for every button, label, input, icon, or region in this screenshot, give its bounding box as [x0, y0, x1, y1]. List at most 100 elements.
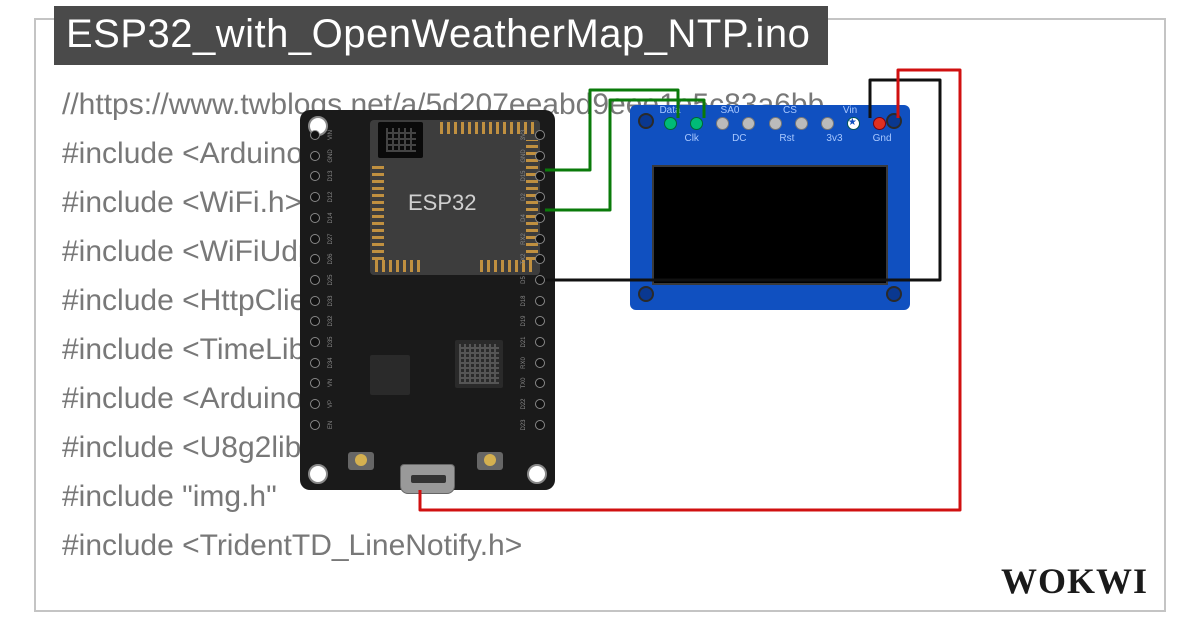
esp32-chip-label: ESP32 [408, 190, 477, 216]
esp32-pin-label: D4 [521, 208, 527, 228]
oled-pin-label: 3v3 [823, 133, 847, 144]
esp32-pin [535, 378, 545, 388]
shield-pads [372, 165, 384, 260]
esp32-pin [310, 151, 320, 161]
oled-pin-label [686, 105, 714, 116]
oled-pin [690, 117, 703, 130]
esp32-pin [535, 234, 545, 244]
esp32-pin-label: D23 [521, 415, 527, 435]
oled-pin-label [704, 133, 728, 144]
esp32-pin [310, 213, 320, 223]
esp32-pin-label: D15 [521, 166, 527, 186]
usb-serial-chip [455, 340, 503, 388]
esp32-pin-label: VP [328, 394, 334, 414]
reset-button[interactable] [477, 452, 503, 470]
esp32-pin [535, 316, 545, 326]
wokwi-logo: WOKWI [1001, 560, 1148, 602]
oled-pin-label [656, 133, 680, 144]
esp32-pin [535, 192, 545, 202]
esp32-pin-labels-right: 3V3GNDD15D2D4RX2TX2D5D18D19D21RX0TX0D22D… [519, 132, 529, 428]
esp32-pin [310, 420, 320, 430]
oled-pin [664, 117, 677, 130]
oled-pin-label: SA0 [716, 105, 744, 116]
oled-pin-label: Clk [680, 133, 704, 144]
esp32-pin-label: D19 [521, 311, 527, 331]
oled-pin-label: Rst [775, 133, 799, 144]
esp32-pin [310, 171, 320, 181]
wokwi-logo-text: WOKWI [1001, 561, 1148, 601]
oled-pin-label [746, 105, 774, 116]
esp32-pin-row-left [310, 130, 320, 430]
code-line: #include <WiFi.h> [62, 186, 302, 219]
esp32-pin [535, 213, 545, 223]
esp32-pin-label: VIN [328, 125, 334, 145]
esp32-pin-label: EN [328, 415, 334, 435]
oled-pin-label [806, 105, 834, 116]
esp32-pin-label: D5 [521, 270, 527, 290]
esp32-antenna [378, 122, 423, 158]
esp32-pin-row-right [535, 130, 545, 430]
mount-hole [308, 464, 328, 484]
esp32-pin-label: RX2 [521, 229, 527, 249]
oled-pin [742, 117, 755, 130]
esp32-pin [310, 316, 320, 326]
esp32-pin-labels-left: VINGNDD13D12D14D27D26D25D33D32D35D34VNVP… [326, 132, 336, 428]
esp32-pin-label: TX0 [521, 373, 527, 393]
esp32-pin [535, 337, 545, 347]
oled-pin-row [664, 117, 886, 130]
esp32-pin [310, 275, 320, 285]
file-title-text: ESP32_with_OpenWeatherMap_NTP.ino [66, 12, 810, 56]
esp32-pin-label: D21 [521, 332, 527, 352]
esp32-pin [535, 399, 545, 409]
esp32-pin [310, 234, 320, 244]
oled-pin-label [846, 133, 870, 144]
oled-pin-label: Vin [836, 105, 864, 116]
esp32-pin-label: D33 [328, 291, 334, 311]
esp32-pin [535, 254, 545, 264]
esp32-pin-label: D25 [328, 270, 334, 290]
oled-pin-label [866, 105, 894, 116]
esp32-pin [535, 420, 545, 430]
esp32-pin-label: RX0 [521, 353, 527, 373]
oled-module: DataSA0CSVin ClkDCRst3v3Gnd [630, 105, 910, 310]
esp32-pin-label: GND [521, 146, 527, 166]
esp32-pin [310, 337, 320, 347]
esp32-pin-label: GND [328, 146, 334, 166]
esp32-pin [310, 254, 320, 264]
mount-hole [638, 286, 654, 302]
oled-pin-label [799, 133, 823, 144]
esp32-pin [310, 399, 320, 409]
oled-pin-labels-top: Data SA0 CS Vin [656, 105, 894, 116]
oled-screen [652, 165, 888, 285]
esp32-pin-label: D35 [328, 332, 334, 352]
circuit-diagram: ESP32 VINGNDD13D12D14D27D26D25D33D32D35D… [300, 110, 1000, 540]
esp32-pin-label: D14 [328, 208, 334, 228]
esp32-pin [535, 151, 545, 161]
esp32-pin [310, 130, 320, 140]
oled-pin-label: CS [776, 105, 804, 116]
esp32-pin-label: D27 [328, 229, 334, 249]
esp32-pin [310, 192, 320, 202]
esp32-pin [310, 358, 320, 368]
oled-pin [769, 117, 782, 130]
boot-button[interactable] [348, 452, 374, 470]
esp32-pin-label: D12 [328, 187, 334, 207]
regulator-chip [370, 355, 410, 395]
oled-pin [795, 117, 808, 130]
esp32-pin-label: VN [328, 373, 334, 393]
esp32-pin [310, 296, 320, 306]
esp32-pin [535, 358, 545, 368]
esp32-pin-label: D22 [521, 394, 527, 414]
esp32-pin-label: TX2 [521, 249, 527, 269]
esp32-pin [310, 378, 320, 388]
esp32-pin-label: D18 [521, 291, 527, 311]
micro-usb-port [400, 464, 455, 494]
oled-pin-label: Data [656, 105, 684, 116]
esp32-pin [535, 275, 545, 285]
oled-pin-label [751, 133, 775, 144]
esp32-pin-label: 3V3 [521, 125, 527, 145]
oled-pin [821, 117, 834, 130]
mount-hole [638, 113, 654, 129]
esp32-pin [535, 130, 545, 140]
esp32-board: ESP32 VINGNDD13D12D14D27D26D25D33D32D35D… [300, 110, 555, 490]
